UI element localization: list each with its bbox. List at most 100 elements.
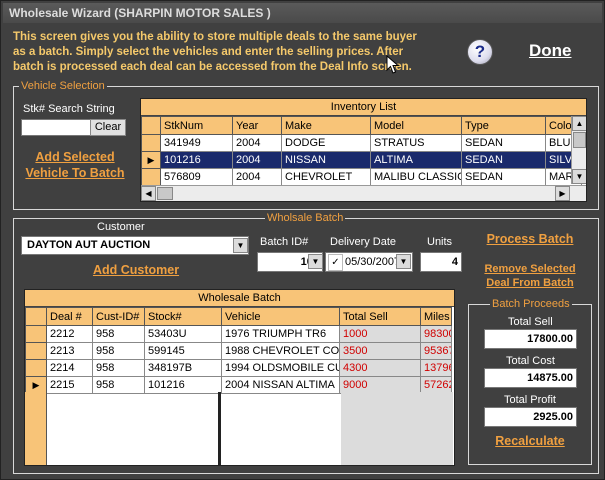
cell-miles: 98300 <box>420 325 452 343</box>
add-customer-link[interactable]: Add Customer <box>61 263 211 277</box>
column-header[interactable]: Year <box>232 116 282 135</box>
customer-select[interactable]: DAYTON AUT AUCTION ▼ <box>21 236 249 255</box>
column-header[interactable]: Miles <box>420 307 452 326</box>
inventory-row[interactable]: 576809 2004 CHEVROLET MALIBU CLASSIC SED… <box>141 168 582 186</box>
cell-total-sell[interactable]: 1000 <box>339 325 421 343</box>
wholesale-batch-grid: Wholesale Batch Deal # Cust-ID# Stock# V… <box>24 289 455 466</box>
delivery-date-label: Delivery Date <box>330 236 397 248</box>
cell-total-sell[interactable]: 9000 <box>339 376 421 394</box>
cell-deal: 2212 <box>46 325 93 343</box>
batch-id-label: Batch ID# <box>260 236 309 248</box>
row-indicator[interactable] <box>141 168 161 186</box>
delivery-date-picker[interactable]: ✓ 05/30/2007 ▼ <box>325 252 413 272</box>
column-header[interactable]: Model <box>370 116 462 135</box>
cell-type: SEDAN <box>461 168 546 186</box>
cell-stock: 53403U <box>144 325 222 343</box>
chevron-down-icon[interactable]: ▼ <box>308 254 323 269</box>
row-indicator[interactable] <box>25 359 47 377</box>
scroll-right-icon[interactable]: ▶ <box>555 186 570 201</box>
inventory-row-selected[interactable]: ▶ 101216 2004 NISSAN ALTIMA SEDAN SILVER <box>141 151 582 169</box>
cell-year: 2004 <box>232 134 282 152</box>
row-indicator[interactable] <box>141 134 161 152</box>
chevron-down-icon[interactable]: ▼ <box>396 254 411 269</box>
total-cost-value: 14875.00 <box>527 372 573 384</box>
column-header[interactable]: Vehicle <box>221 307 340 326</box>
row-indicator[interactable] <box>25 342 47 360</box>
intro-line: This screen gives you the ability to sto… <box>13 31 417 43</box>
row-pointer-icon[interactable]: ▶ <box>141 151 161 169</box>
cell-type: SEDAN <box>461 151 546 169</box>
scroll-thumb[interactable] <box>573 132 586 148</box>
help-icon[interactable]: ? <box>467 39 493 65</box>
intro-line: as a batch. Simply select the vehicles a… <box>13 46 404 58</box>
cell-miles: 95367 <box>420 342 452 360</box>
cell-miles: 57262 <box>420 376 452 394</box>
inventory-row[interactable]: 341949 2004 DODGE STRATUS SEDAN BLUE <box>141 134 582 152</box>
cell-cust-id: 958 <box>92 376 145 394</box>
batch-header-row: Deal # Cust-ID# Stock# Vehicle Total Sel… <box>25 307 452 326</box>
total-cost-field: 14875.00 <box>484 368 577 388</box>
customer-label: Customer <box>97 221 145 233</box>
column-header[interactable]: Stock# <box>144 307 222 326</box>
vehicle-selection-title: Vehicle Selection <box>19 80 107 92</box>
batch-row-current[interactable]: ▶ 2215 958 101216 2004 NISSAN ALTIMA 900… <box>25 376 452 394</box>
cell-deal: 2213 <box>46 342 93 360</box>
chevron-down-icon[interactable]: ▼ <box>233 238 248 253</box>
row-indicator[interactable] <box>25 325 47 343</box>
clear-button[interactable]: Clear <box>90 119 126 136</box>
column-header[interactable]: StkNum <box>160 116 233 135</box>
total-sell-value: 17800.00 <box>527 333 573 345</box>
cell-make: CHEVROLET <box>281 168 371 186</box>
column-header[interactable]: Deal # <box>46 307 93 326</box>
inventory-vertical-scrollbar[interactable]: ▲ ▼ <box>571 116 586 184</box>
recalculate-link[interactable]: Recalculate <box>479 434 581 448</box>
cell-stock: 101216 <box>144 376 222 394</box>
total-sell-label: Total Sell <box>508 316 553 328</box>
cell-cust-id: 958 <box>92 359 145 377</box>
frozen-column-divider <box>218 392 221 465</box>
column-header[interactable]: Type <box>461 116 546 135</box>
row-pointer-icon[interactable]: ▶ <box>25 376 47 394</box>
row-indicator-header <box>25 307 47 326</box>
units-label: Units <box>427 236 453 248</box>
editable-columns-fill <box>341 392 453 465</box>
inventory-horizontal-scrollbar[interactable]: ◀ ▶ <box>141 185 586 201</box>
column-header[interactable]: Total Sell <box>339 307 421 326</box>
column-header[interactable]: Make <box>281 116 371 135</box>
cell-vehicle: 1994 OLDSMOBILE CUT <box>221 359 340 377</box>
inventory-list-grid: Inventory List StkNum Year Make Model Ty… <box>140 98 587 202</box>
batch-row[interactable]: 2214 958 348197B 1994 OLDSMOBILE CUT 430… <box>25 359 452 377</box>
total-cost-label: Total Cost <box>506 355 555 367</box>
cell-stock: 599145 <box>144 342 222 360</box>
remove-selected-deal-link[interactable]: Remove Selected Deal From Batch <box>473 262 587 290</box>
units-field: 4 <box>420 252 462 272</box>
process-batch-link[interactable]: Process Batch <box>475 232 585 246</box>
cell-stknum: 341949 <box>160 134 233 152</box>
scroll-down-icon[interactable]: ▼ <box>572 169 586 184</box>
cell-cust-id: 958 <box>92 342 145 360</box>
delivery-date-value: 05/30/2007 <box>345 256 401 268</box>
cell-make: DODGE <box>281 134 371 152</box>
cell-total-sell[interactable]: 4300 <box>339 359 421 377</box>
batch-proceeds-title: Batch Proceeds <box>490 298 572 310</box>
batch-table: Deal # Cust-ID# Stock# Vehicle Total Sel… <box>25 307 452 394</box>
done-button[interactable]: Done <box>529 41 572 61</box>
total-profit-label: Total Profit <box>504 394 556 406</box>
scroll-left-icon[interactable]: ◀ <box>141 186 156 201</box>
inventory-list-caption: Inventory List <box>141 99 586 116</box>
cell-total-sell[interactable]: 3500 <box>339 342 421 360</box>
batch-row[interactable]: 2212 958 53403U 1976 TRIUMPH TR6 1000 98… <box>25 325 452 343</box>
total-sell-field: 17800.00 <box>484 329 577 349</box>
column-header[interactable]: Cust-ID# <box>92 307 145 326</box>
checkbox-icon[interactable]: ✓ <box>328 254 343 271</box>
scroll-thumb[interactable] <box>157 187 173 200</box>
batch-row[interactable]: 2213 958 599145 1988 CHEVROLET COR 3500 … <box>25 342 452 360</box>
scroll-up-icon[interactable]: ▲ <box>572 116 586 131</box>
inventory-header-row: StkNum Year Make Model Type Color <box>141 116 582 135</box>
add-selected-vehicle-link[interactable]: Add Selected Vehicle To Batch <box>21 149 129 181</box>
mouse-pointer-icon <box>386 55 400 74</box>
cell-cust-id: 958 <box>92 325 145 343</box>
stk-search-input[interactable] <box>21 119 91 136</box>
cell-vehicle: 1976 TRIUMPH TR6 <box>221 325 340 343</box>
cell-vehicle: 1988 CHEVROLET COR <box>221 342 340 360</box>
